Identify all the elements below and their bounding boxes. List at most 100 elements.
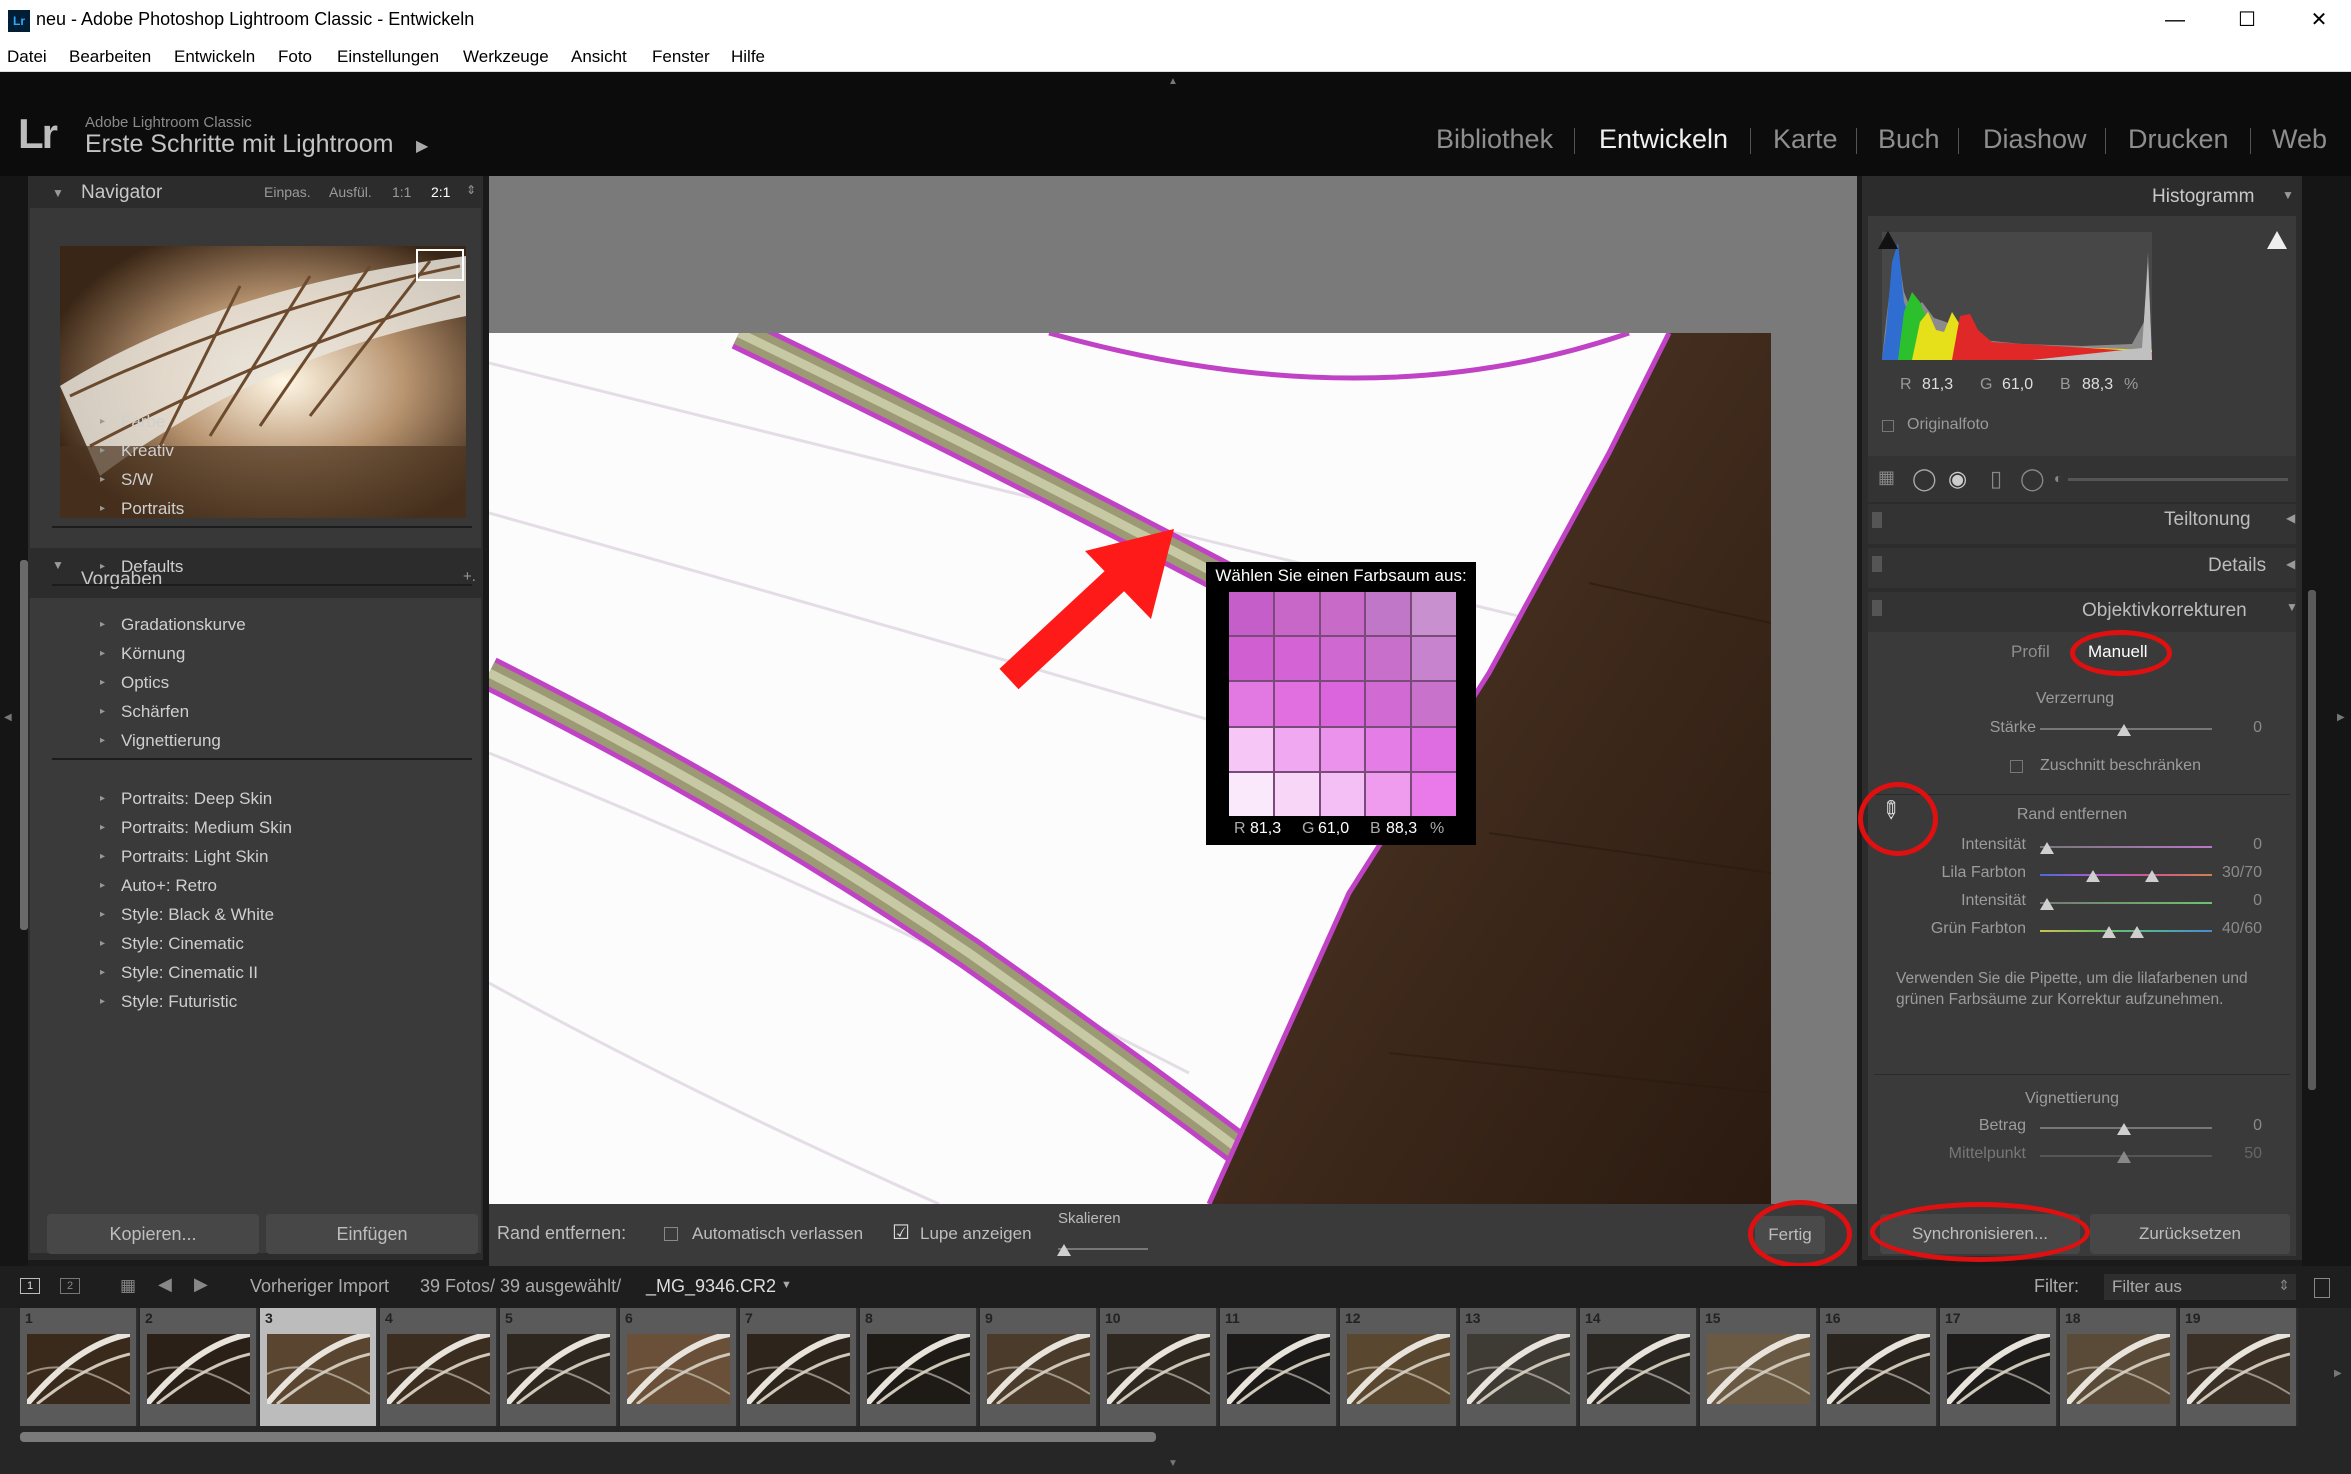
show-loupe-checkbox[interactable]: ☑ bbox=[892, 1220, 910, 1245]
loupe-swatch[interactable] bbox=[1412, 592, 1456, 636]
preset-group-item[interactable]: Farbe bbox=[121, 412, 165, 432]
filmstrip-thumbnail[interactable]: 2 bbox=[140, 1308, 258, 1426]
distortion-amount-value[interactable]: 0 bbox=[2202, 719, 2262, 737]
loupe-color-grid[interactable] bbox=[1229, 592, 1456, 816]
lens-corrections-collapse-icon[interactable]: ▼ bbox=[2286, 600, 2298, 614]
highlight-clipping-icon[interactable] bbox=[2267, 231, 2287, 249]
preset-expand-icon[interactable]: ▸ bbox=[100, 793, 105, 804]
preset-group-item[interactable]: Style: Futuristic bbox=[121, 992, 237, 1012]
preset-group-item[interactable]: Style: Black & White bbox=[121, 905, 274, 925]
close-button[interactable]: ✕ bbox=[2294, 6, 2344, 34]
preset-expand-icon[interactable]: ▸ bbox=[100, 648, 105, 659]
filmstrip-thumbnail[interactable]: 3 bbox=[260, 1308, 378, 1426]
filename-dropdown-icon[interactable]: ▼ bbox=[781, 1279, 792, 1291]
split-toning-expand-icon[interactable]: ◀ bbox=[2286, 511, 2295, 525]
module-buch[interactable]: Buch bbox=[1878, 124, 1940, 155]
preset-group-item[interactable]: Portraits bbox=[121, 499, 184, 519]
graduated-filter-icon[interactable]: ▯ bbox=[1990, 466, 2002, 492]
filmstrip-source[interactable]: Vorheriger Import bbox=[250, 1276, 389, 1297]
filmstrip-thumbnail[interactable]: 13 bbox=[1460, 1308, 1578, 1426]
purple-amount-slider[interactable] bbox=[2040, 846, 2212, 848]
maximize-button[interactable]: ☐ bbox=[2222, 6, 2272, 34]
module-drucken[interactable]: Drucken bbox=[2128, 124, 2229, 155]
radial-filter-icon[interactable]: ◯ bbox=[2020, 466, 2045, 492]
catalog-play-icon[interactable]: ▶ bbox=[416, 136, 428, 156]
zoom-2-1[interactable]: 2:1 bbox=[431, 184, 450, 200]
auto-leave-checkbox[interactable] bbox=[664, 1227, 678, 1241]
menu-hilfe[interactable]: Hilfe bbox=[731, 47, 765, 67]
photo-canvas[interactable] bbox=[489, 333, 1771, 1204]
loupe-swatch[interactable] bbox=[1274, 637, 1319, 681]
second-window-icon[interactable]: 2 bbox=[60, 1278, 80, 1294]
distortion-amount-thumb[interactable] bbox=[2117, 724, 2131, 736]
filmstrip-thumbnail[interactable]: 5 bbox=[500, 1308, 618, 1426]
preset-expand-icon[interactable]: ▸ bbox=[100, 561, 105, 572]
collapse-left-panel-icon[interactable]: ◀ bbox=[4, 712, 12, 723]
menu-datei[interactable]: Datei bbox=[7, 47, 47, 67]
zoom-fit[interactable]: Einpas. bbox=[264, 184, 311, 200]
lens-corrections-toggle[interactable] bbox=[1872, 600, 1882, 616]
module-diashow[interactable]: Diashow bbox=[1983, 124, 2087, 155]
filmstrip-thumbnail[interactable]: 10 bbox=[1100, 1308, 1218, 1426]
zoom-fill[interactable]: Ausfül. bbox=[329, 184, 372, 200]
reset-button[interactable]: Zurücksetzen bbox=[2090, 1214, 2290, 1254]
preset-expand-icon[interactable]: ▸ bbox=[100, 822, 105, 833]
green-hue-thumb-high[interactable] bbox=[2130, 926, 2144, 938]
module-bibliothek[interactable]: Bibliothek bbox=[1436, 124, 1553, 155]
purple-hue-thumb-low[interactable] bbox=[2086, 870, 2100, 882]
details-toggle[interactable] bbox=[1872, 556, 1882, 572]
constrain-crop-checkbox[interactable] bbox=[2010, 760, 2023, 773]
filter-select[interactable]: Filter aus ⇕ bbox=[2104, 1274, 2296, 1300]
loupe-swatch[interactable] bbox=[1366, 637, 1411, 681]
green-hue-value[interactable]: 40/60 bbox=[2172, 920, 2262, 938]
preset-expand-icon[interactable]: ▸ bbox=[100, 938, 105, 949]
preset-expand-icon[interactable]: ▸ bbox=[100, 909, 105, 920]
loupe-swatch[interactable] bbox=[1274, 682, 1319, 726]
loupe-swatch[interactable] bbox=[1320, 637, 1365, 681]
filmstrip-scrollbar[interactable] bbox=[20, 1432, 1156, 1442]
green-amount-thumb[interactable] bbox=[2040, 898, 2054, 910]
purple-hue-thumb-high[interactable] bbox=[2145, 870, 2159, 882]
preset-expand-icon[interactable]: ▸ bbox=[100, 677, 105, 688]
loupe-swatch[interactable] bbox=[1412, 727, 1456, 771]
loupe-swatch[interactable] bbox=[1320, 727, 1365, 771]
loupe-swatch[interactable] bbox=[1366, 727, 1411, 771]
module-entwickeln[interactable]: Entwickeln bbox=[1599, 124, 1728, 155]
preset-expand-icon[interactable]: ▸ bbox=[100, 445, 105, 456]
scale-slider[interactable] bbox=[1058, 1248, 1148, 1250]
menu-einstellungen[interactable]: Einstellungen bbox=[337, 47, 439, 67]
crop-tool-icon[interactable]: ▦ bbox=[1878, 467, 1895, 488]
filmstrip-thumbnail[interactable]: 19 bbox=[2180, 1308, 2298, 1426]
filmstrip-thumbnail[interactable]: 17 bbox=[1940, 1308, 2058, 1426]
loupe-swatch[interactable] bbox=[1320, 772, 1365, 816]
loupe-swatch[interactable] bbox=[1412, 637, 1456, 681]
filmstrip-thumbnail[interactable]: 11 bbox=[1220, 1308, 1338, 1426]
loupe-swatch[interactable] bbox=[1229, 682, 1273, 726]
vignetting-midpoint-thumb[interactable] bbox=[2117, 1151, 2131, 1163]
copy-settings-button[interactable]: Kopieren... bbox=[47, 1214, 259, 1254]
purple-amount-thumb[interactable] bbox=[2040, 842, 2054, 854]
filter-lock-icon[interactable] bbox=[2314, 1278, 2330, 1298]
preset-group-item[interactable]: Style: Cinematic bbox=[121, 934, 244, 954]
loupe-swatch[interactable] bbox=[1229, 592, 1273, 636]
loupe-swatch[interactable] bbox=[1412, 772, 1456, 816]
navigator-collapse-icon[interactable]: ▼ bbox=[52, 186, 64, 200]
loupe-swatch[interactable] bbox=[1320, 682, 1365, 726]
left-panel-scrollbar[interactable] bbox=[20, 560, 28, 930]
filmstrip-thumbnail[interactable]: 16 bbox=[1820, 1308, 1938, 1426]
back-icon[interactable]: ◀ bbox=[158, 1274, 172, 1295]
filmstrip-thumbnail[interactable]: 12 bbox=[1340, 1308, 1458, 1426]
filmstrip-thumbnail[interactable]: 18 bbox=[2060, 1308, 2178, 1426]
filmstrip-filename[interactable]: _MG_9346.CR2 bbox=[646, 1276, 776, 1297]
preset-expand-icon[interactable]: ▸ bbox=[100, 619, 105, 630]
menu-fenster[interactable]: Fenster bbox=[652, 47, 710, 67]
loupe-swatch[interactable] bbox=[1412, 682, 1456, 726]
zoom-1-1[interactable]: 1:1 bbox=[392, 184, 411, 200]
filmstrip-thumbnail[interactable]: 15 bbox=[1700, 1308, 1818, 1426]
filmstrip-thumbnail[interactable]: 1 bbox=[20, 1308, 138, 1426]
green-hue-thumb-low[interactable] bbox=[2102, 926, 2116, 938]
preset-expand-icon[interactable]: ▸ bbox=[100, 503, 105, 514]
purple-hue-value[interactable]: 30/70 bbox=[2172, 864, 2262, 882]
filmstrip-thumbnail[interactable]: 9 bbox=[980, 1308, 1098, 1426]
filmstrip-thumbnail[interactable]: 14 bbox=[1580, 1308, 1698, 1426]
